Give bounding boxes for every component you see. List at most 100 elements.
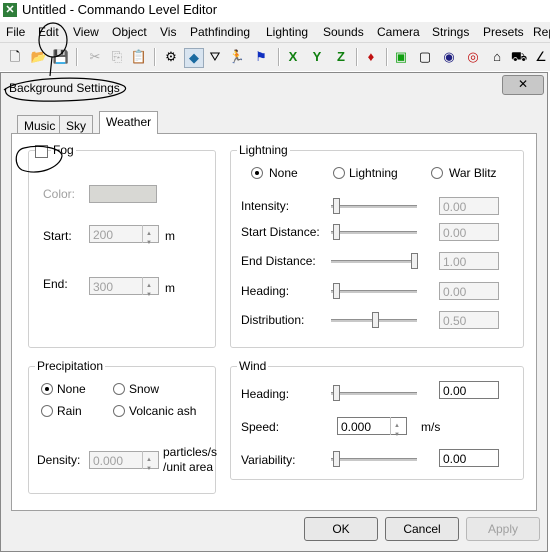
precip-density-label: Density: xyxy=(37,453,81,467)
wind-variability-thumb[interactable] xyxy=(333,451,340,467)
lightning-intensity-thumb[interactable] xyxy=(333,198,340,214)
menu-sounds[interactable]: Sounds xyxy=(323,25,364,39)
angle-icon[interactable]: ∠ xyxy=(532,48,550,66)
precip-rain-radio[interactable] xyxy=(41,405,53,417)
menu-file[interactable]: File xyxy=(6,25,25,39)
precip-none-label: None xyxy=(57,382,86,396)
precip-ash-label: Volcanic ash xyxy=(129,404,197,418)
menu-edit[interactable]: Edit xyxy=(38,25,59,39)
lightning-none-label: None xyxy=(269,166,298,180)
new-file-icon[interactable]: 🗋 xyxy=(6,48,24,66)
y-axis-toggle[interactable]: Y xyxy=(308,48,326,66)
tab-weather[interactable]: Weather xyxy=(99,111,159,134)
menu-vis[interactable]: Vis xyxy=(160,25,176,39)
menu-pathfinding[interactable]: Pathfinding xyxy=(190,25,250,39)
lightning-start-slider[interactable] xyxy=(331,231,417,234)
wind-speed-unit: m/s xyxy=(421,420,441,434)
menu-presets[interactable]: Presets xyxy=(483,25,524,39)
fog-checkbox[interactable] xyxy=(35,145,48,158)
tab-music[interactable]: Music xyxy=(17,115,63,134)
paste-icon[interactable]: 📋 xyxy=(130,48,148,66)
pin-icon[interactable]: ♦ xyxy=(362,48,380,66)
fog-end-unit: m xyxy=(165,281,175,295)
wind-heading-thumb[interactable] xyxy=(333,385,340,401)
wind-variability-field[interactable]: 0.00 xyxy=(439,449,499,467)
apply-button[interactable]: Apply xyxy=(466,517,540,541)
precip-density-spinner[interactable] xyxy=(142,451,158,478)
lightning-end-thumb[interactable] xyxy=(411,253,418,269)
precip-unit-line1: particles/s xyxy=(163,445,218,459)
copy-icon[interactable]: ⎘ xyxy=(108,48,126,66)
lightning-group-label: Lightning xyxy=(237,143,290,157)
precipitation-group: Precipitation None Snow Rain Volcanic as… xyxy=(28,359,218,494)
menu-lighting[interactable]: Lighting xyxy=(266,25,308,39)
lightning-warblitz-label: War Blitz xyxy=(449,166,497,180)
wind-variability-value: 0.00 xyxy=(443,452,467,466)
camera-mode-icon[interactable]: ⚙ xyxy=(162,48,180,66)
open-folder-icon[interactable]: 📂 xyxy=(30,48,48,66)
fog-group: Fog Color: Start: 200 m End: 300 m xyxy=(28,143,216,348)
wind-variability-slider[interactable] xyxy=(331,458,417,461)
lightning-none-radio[interactable] xyxy=(251,167,263,179)
menu-view[interactable]: View xyxy=(73,25,99,39)
lightning-warblitz-radio[interactable] xyxy=(431,167,443,179)
cut-icon[interactable]: ✂ xyxy=(86,48,104,66)
cancel-button[interactable]: Cancel xyxy=(385,517,459,541)
red-eye-icon[interactable]: ◎ xyxy=(464,48,482,66)
lightning-distribution-thumb[interactable] xyxy=(372,312,379,328)
wind-heading-slider[interactable] xyxy=(331,392,417,395)
precip-density-input[interactable]: 0.000 xyxy=(89,451,159,478)
precip-density-value: 0.000 xyxy=(93,454,124,468)
precip-rain-label: Rain xyxy=(57,404,82,418)
lightning-lightning-radio[interactable] xyxy=(333,167,345,179)
wind-speed-spinner[interactable] xyxy=(390,417,406,444)
menu-object[interactable]: Object xyxy=(112,25,147,39)
lightning-intensity-field: 0.00 xyxy=(439,197,499,215)
lightning-start-value: 0.00 xyxy=(443,226,467,240)
fly-mode-icon[interactable]: ◆ xyxy=(184,48,204,68)
menu-camera[interactable]: Camera xyxy=(377,25,420,39)
eye-icon[interactable]: ◉ xyxy=(440,48,458,66)
wind-speed-input[interactable]: 0.000 xyxy=(337,417,407,444)
fog-start-spinner[interactable] xyxy=(142,225,158,252)
vehicle-icon[interactable]: ⛟ xyxy=(510,48,528,66)
menu-strings[interactable]: Strings xyxy=(432,25,469,39)
lightning-intensity-slider[interactable] xyxy=(331,205,417,208)
background-settings-dialog: Background Settings ✕ Music Sky Weather … xyxy=(0,72,548,552)
wire-cube-icon[interactable]: ▢ xyxy=(416,48,434,66)
lightning-heading-field: 0.00 xyxy=(439,282,499,300)
tab-sky[interactable]: Sky xyxy=(59,115,94,134)
fog-end-spinner[interactable] xyxy=(142,277,158,304)
toolbar-separator xyxy=(356,48,358,66)
character-icon[interactable]: 🏃 xyxy=(228,48,246,66)
lightning-intensity-value: 0.00 xyxy=(443,200,467,214)
precip-ash-radio[interactable] xyxy=(113,405,125,417)
fog-color-swatch[interactable] xyxy=(89,185,157,203)
weather-tab-panel: Fog Color: Start: 200 m End: 300 m Light… xyxy=(11,133,537,511)
lightning-heading-thumb[interactable] xyxy=(333,283,340,299)
lightning-heading-slider[interactable] xyxy=(331,290,417,293)
green-cube-icon[interactable]: ▣ xyxy=(392,48,410,66)
ok-button[interactable]: OK xyxy=(304,517,378,541)
lightning-start-thumb[interactable] xyxy=(333,224,340,240)
menu-rep[interactable]: Rep xyxy=(533,25,550,39)
toolbar-separator xyxy=(278,48,280,66)
walk-mode-icon[interactable]: ⛛ xyxy=(206,48,224,66)
wind-heading-label: Heading: xyxy=(241,387,290,401)
lightning-lightning-label: Lightning xyxy=(349,166,398,180)
precip-none-radio[interactable] xyxy=(41,383,53,395)
lightning-end-label: End Distance: xyxy=(241,254,316,268)
lightning-heading-label: Heading: xyxy=(241,284,290,298)
lightning-end-slider[interactable] xyxy=(331,260,417,263)
precip-snow-radio[interactable] xyxy=(113,383,125,395)
z-axis-toggle[interactable]: Z xyxy=(332,48,350,66)
fog-end-input[interactable]: 300 xyxy=(89,277,159,304)
hat-icon[interactable]: ⌂ xyxy=(488,48,506,66)
flag-icon[interactable]: ⚑ xyxy=(252,48,270,66)
wind-heading-field[interactable]: 0.00 xyxy=(439,381,499,399)
x-axis-toggle[interactable]: X xyxy=(284,48,302,66)
app-icon: ✕ xyxy=(3,3,17,17)
fog-start-input[interactable]: 200 xyxy=(89,225,159,252)
close-button[interactable]: ✕ xyxy=(502,75,544,95)
save-icon[interactable]: 💾 xyxy=(52,48,70,66)
